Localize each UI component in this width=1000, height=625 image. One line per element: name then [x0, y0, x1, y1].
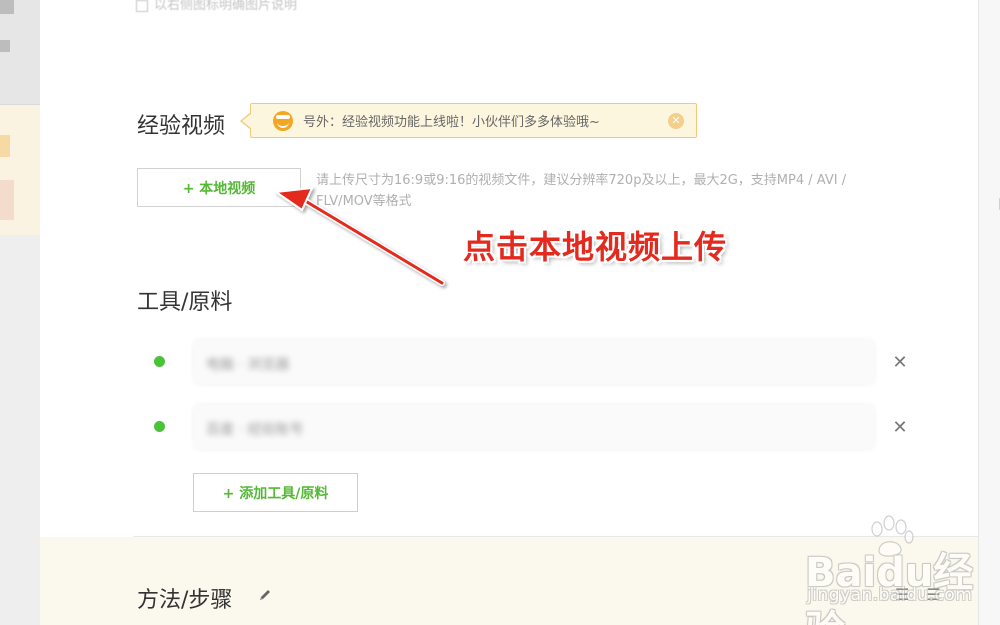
sidebar-icon[interactable]: [0, 0, 14, 14]
upload-hint: 请上传尺寸为16:9或9:16的视频文件，建议分辨率720p及以上，最大2G，支…: [316, 173, 847, 209]
sidebar-icon[interactable]: [0, 40, 10, 52]
delete-icon[interactable]: ✕: [892, 354, 908, 372]
sidebar-block-active[interactable]: [0, 105, 40, 235]
close-icon[interactable]: ✕: [668, 113, 684, 129]
top-hint-text: 以右侧图标明确图片说明: [154, 0, 298, 13]
tools-section-title: 工具/原料: [137, 290, 233, 315]
baidu-watermark: Baidu经验 jingyan.baidu.com: [805, 515, 1000, 625]
sidebar-block: [0, 235, 40, 625]
tip-text: 号外：经验视频功能上线啦！小伙伴们多多体验哦~: [303, 115, 600, 130]
editor-panel: 以右侧图标明确图片说明 经验视频 号外：经验视频功能上线啦！小伙伴们多多体验哦~…: [40, 0, 978, 625]
watermark-url: jingyan.baidu.com: [807, 585, 973, 605]
steps-section-title: 方法/步骤: [137, 588, 233, 613]
image-icon: [136, 0, 148, 12]
tool-item: 电脑 · 浏览器: [148, 340, 878, 384]
pencil-icon[interactable]: [258, 588, 272, 602]
left-sidebar: [0, 0, 40, 625]
tool-text: 电脑 · 浏览器: [206, 357, 290, 373]
watermark-brand: Baidu经验: [805, 550, 974, 625]
sidebar-marker: [0, 135, 10, 157]
bullet-icon: [154, 421, 165, 432]
sidebar-marker: [0, 180, 14, 220]
delete-icon[interactable]: ✕: [892, 419, 908, 437]
tool-item: 百度 · 经验账号: [148, 405, 878, 449]
sidebar-block: [0, 0, 40, 105]
add-tool-button[interactable]: + 添加工具/原料: [193, 473, 358, 512]
upload-local-video-button[interactable]: + 本地视频: [137, 168, 301, 207]
annotation-text: 点击本地视频上传: [463, 228, 728, 266]
video-tip: 号外：经验视频功能上线啦！小伙伴们多多体验哦~ ✕: [240, 103, 697, 138]
tool-input[interactable]: [194, 340, 874, 384]
video-section-title: 经验视频: [137, 114, 226, 139]
top-hint: 以右侧图标明确图片说明: [136, 0, 297, 13]
smile-icon: [273, 110, 293, 131]
bullet-icon: [154, 356, 165, 367]
tool-text: 百度 · 经验账号: [206, 422, 304, 438]
